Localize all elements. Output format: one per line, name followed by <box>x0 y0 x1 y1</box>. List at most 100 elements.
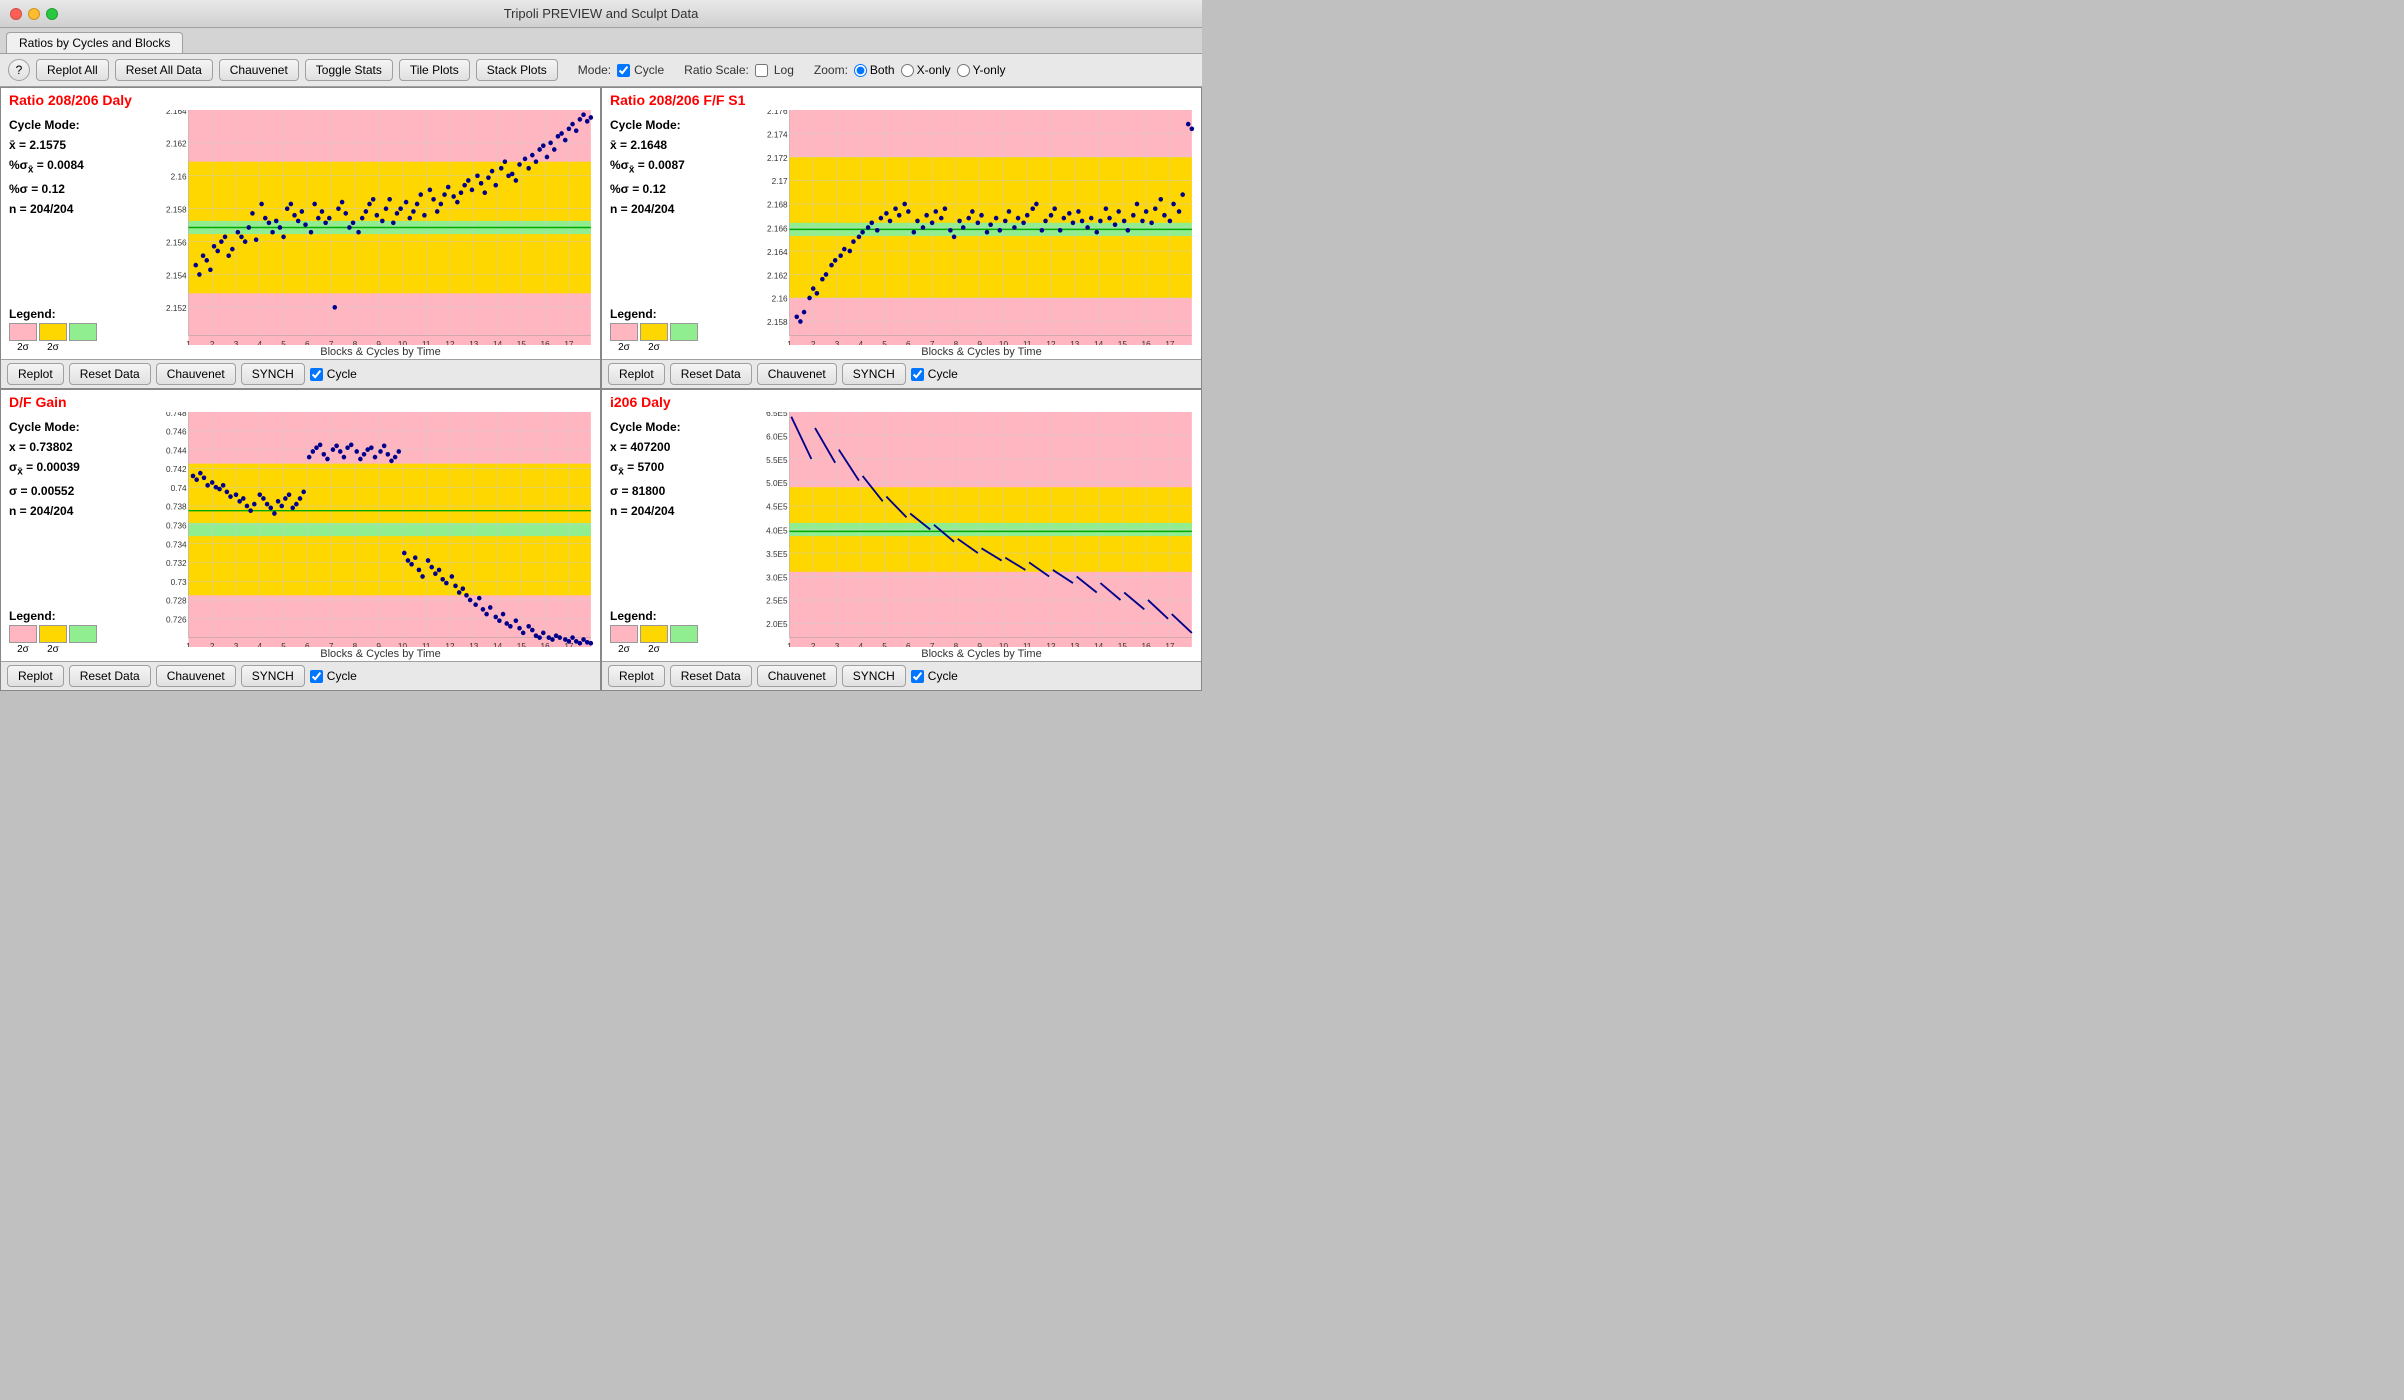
legend-2sigma-yellow-label-br: 2σ <box>648 644 660 655</box>
panel-tr-reset-button[interactable]: Reset Data <box>670 363 752 385</box>
stat-n-br: n = 204/204 <box>610 502 754 521</box>
stat-x-bl: x = 0.73802 <box>9 438 153 457</box>
log-checkbox[interactable] <box>755 64 768 77</box>
panel-br-cycle-group[interactable]: Cycle <box>911 669 958 683</box>
minimize-button[interactable] <box>28 8 40 20</box>
svg-text:2.152: 2.152 <box>166 303 187 313</box>
stack-plots-button[interactable]: Stack Plots <box>476 59 558 81</box>
legend-area-br: Legend: 2σ 2σ <box>610 605 754 655</box>
legend-boxes-br: 2σ 2σ <box>610 625 754 655</box>
svg-text:2.166: 2.166 <box>767 223 788 233</box>
panel-tl-reset-button[interactable]: Reset Data <box>69 363 151 385</box>
panel-bl-replot-button[interactable]: Replot <box>7 665 64 687</box>
panel-tl-synch-button[interactable]: SYNCH <box>241 363 305 385</box>
title-bar: Tripoli PREVIEW and Sculpt Data <box>0 0 1202 28</box>
legend-2sigma-yellow-label: 2σ <box>47 342 59 353</box>
panel-tl-cycle-label: Cycle <box>327 367 357 381</box>
panel-br-reset-button[interactable]: Reset Data <box>670 665 752 687</box>
panel-br-replot-button[interactable]: Replot <box>608 665 665 687</box>
chauvenet-button[interactable]: Chauvenet <box>219 59 299 81</box>
reset-all-data-button[interactable]: Reset All Data <box>115 59 213 81</box>
svg-text:16: 16 <box>1142 641 1151 647</box>
panel-br-stats: Cycle Mode: x = 407200 σx̄ = 5700 σ = 81… <box>602 412 762 661</box>
tile-plots-button[interactable]: Tile Plots <box>399 59 470 81</box>
panel-tl-stats: Cycle Mode: x̄ = 2.1575 %σx̄ = 0.0084 %σ… <box>1 110 161 359</box>
svg-text:7: 7 <box>930 339 935 345</box>
panel-tr-chauvenet-button[interactable]: Chauvenet <box>757 363 837 385</box>
panel-br-svg: 6.5E5 6.0E5 5.5E5 5.0E5 4.5E5 4.0E5 3.5E… <box>762 412 1201 647</box>
legend-2sigma-label-tr: 2σ <box>618 342 630 353</box>
panel-br-svg-wrap[interactable]: 6.5E5 6.0E5 5.5E5 5.0E5 4.5E5 4.0E5 3.5E… <box>762 412 1201 647</box>
zoom-both-radio[interactable] <box>854 64 867 77</box>
replot-all-button[interactable]: Replot All <box>36 59 109 81</box>
legend-2sigma-label: 2σ <box>17 342 29 353</box>
svg-text:2: 2 <box>811 339 816 345</box>
zoom-xonly-radio[interactable] <box>901 64 914 77</box>
panel-tl-cycle-group[interactable]: Cycle <box>310 367 357 381</box>
cycle-checkbox-group[interactable]: Cycle <box>617 63 664 77</box>
panel-bl-cycle-checkbox[interactable] <box>310 670 323 683</box>
panel-tl-replot-button[interactable]: Replot <box>7 363 64 385</box>
panel-bl-synch-button[interactable]: SYNCH <box>241 665 305 687</box>
close-button[interactable] <box>10 8 22 20</box>
panel-bl-reset-button[interactable]: Reset Data <box>69 665 151 687</box>
panel-bl-body: Cycle Mode: x = 0.73802 σx̄ = 0.00039 σ … <box>1 412 600 661</box>
panel-tl-svg-wrap[interactable]: 2.164 2.162 2.16 2.158 2.156 2.154 2.152… <box>161 110 600 345</box>
legend-2sigma-label-br: 2σ <box>618 644 630 655</box>
svg-text:3: 3 <box>835 339 840 345</box>
panel-bl-svg-wrap[interactable]: 0.748 0.746 0.744 0.742 0.74 0.738 0.736… <box>161 412 600 647</box>
tab-ratios[interactable]: Ratios by Cycles and Blocks <box>6 32 183 53</box>
panel-tl-body: Cycle Mode: x̄ = 2.1575 %σx̄ = 0.0084 %σ… <box>1 110 600 359</box>
svg-text:15: 15 <box>1118 641 1127 647</box>
panel-br-chart-area: 6.5E5 6.0E5 5.5E5 5.0E5 4.5E5 4.0E5 3.5E… <box>762 412 1201 661</box>
panel-br-chauvenet-button[interactable]: Chauvenet <box>757 665 837 687</box>
stat-pct-sigma-xbar: %σx̄ = 0.0084 <box>9 156 153 178</box>
cycle-label: Cycle <box>634 63 664 77</box>
panel-tl-chauvenet-button[interactable]: Chauvenet <box>156 363 236 385</box>
panel-tr-replot-button[interactable]: Replot <box>608 363 665 385</box>
zoom-radio-group[interactable]: Both X-only Y-only <box>854 63 1006 77</box>
svg-text:0.744: 0.744 <box>166 445 187 455</box>
legend-2sigma-yellow-label-bl: 2σ <box>47 644 59 655</box>
panel-tr-cycle-checkbox[interactable] <box>911 368 924 381</box>
svg-text:2: 2 <box>811 641 816 647</box>
panel-bl-chart-area: 0.748 0.746 0.744 0.742 0.74 0.738 0.736… <box>161 412 600 661</box>
legend-area-bl: Legend: 2σ 2σ <box>9 605 153 655</box>
maximize-button[interactable] <box>46 8 58 20</box>
svg-text:0.728: 0.728 <box>166 596 187 606</box>
panel-tr-svg: 2.176 2.174 2.172 2.17 2.168 2.166 2.164… <box>762 110 1201 345</box>
svg-text:5.0E5: 5.0E5 <box>766 478 788 488</box>
panel-tr-cycle-group[interactable]: Cycle <box>911 367 958 381</box>
panel-tr-synch-button[interactable]: SYNCH <box>842 363 906 385</box>
svg-text:9: 9 <box>977 641 982 647</box>
svg-text:0.732: 0.732 <box>166 558 187 568</box>
panel-tr-stats: Cycle Mode: x̄ = 2.1648 %σx̄ = 0.0087 %σ… <box>602 110 762 359</box>
panel-br-cycle-checkbox[interactable] <box>911 670 924 683</box>
panel-tl-cycle-checkbox[interactable] <box>310 368 323 381</box>
zoom-both-label: Both <box>870 63 895 77</box>
svg-text:8: 8 <box>353 339 358 345</box>
panel-tr-svg-wrap[interactable]: 2.176 2.174 2.172 2.17 2.168 2.166 2.164… <box>762 110 1201 345</box>
svg-text:0.738: 0.738 <box>166 502 187 512</box>
stat-sigma-xbar-br: σx̄ = 5700 <box>610 458 754 480</box>
svg-text:4.0E5: 4.0E5 <box>766 525 788 535</box>
svg-text:2.162: 2.162 <box>166 139 187 149</box>
svg-text:2: 2 <box>210 339 215 345</box>
toggle-stats-button[interactable]: Toggle Stats <box>305 59 393 81</box>
stat-mode-br: Cycle Mode: <box>610 418 754 437</box>
svg-text:2.174: 2.174 <box>767 129 788 139</box>
legend-pink-bl <box>9 625 37 643</box>
panel-df-gain: D/F Gain Cycle Mode: x = 0.73802 σx̄ = 0… <box>0 389 601 691</box>
panel-bl-cycle-group[interactable]: Cycle <box>310 669 357 683</box>
svg-text:0.726: 0.726 <box>166 614 187 624</box>
stat-n-bl: n = 204/204 <box>9 502 153 521</box>
zoom-yonly-radio[interactable] <box>957 64 970 77</box>
svg-text:2.17: 2.17 <box>772 176 788 186</box>
panel-br-synch-button[interactable]: SYNCH <box>842 665 906 687</box>
panel-bl-chauvenet-button[interactable]: Chauvenet <box>156 665 236 687</box>
toolbar: ? Replot All Reset All Data Chauvenet To… <box>0 54 1202 87</box>
help-button[interactable]: ? <box>8 59 30 81</box>
cycle-checkbox[interactable] <box>617 64 630 77</box>
svg-text:3.0E5: 3.0E5 <box>766 572 788 582</box>
svg-text:17: 17 <box>564 339 573 345</box>
